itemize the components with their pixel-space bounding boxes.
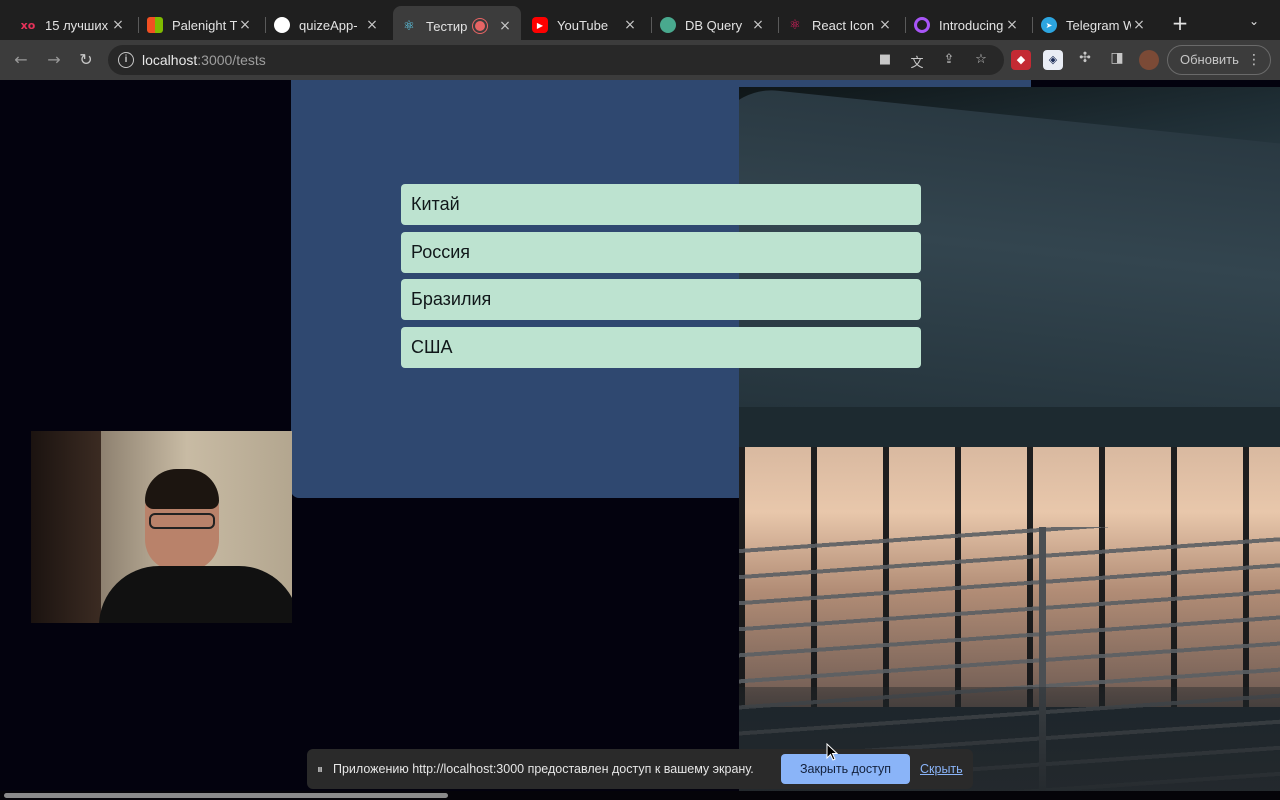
tab-title: DB Query — [685, 17, 743, 33]
close-tab-icon[interactable]: × — [750, 17, 766, 33]
extension-blue-icon[interactable]: ◈ — [1043, 50, 1063, 70]
recording-indicator-icon — [475, 21, 485, 31]
tab-title: YouTube — [557, 17, 609, 33]
tab-9[interactable]: ➤ Telegram W × — [1033, 8, 1155, 42]
screen-share-bar: ⏸ Приложению http://localhost:3000 предо… — [307, 749, 973, 789]
extension-red-icon[interactable]: ◆ — [1011, 50, 1031, 70]
horizontal-scrollbar[interactable] — [0, 791, 1280, 800]
tab-8[interactable]: Introducing × — [906, 8, 1028, 42]
tab-title: React Icon — [812, 17, 875, 33]
close-tab-icon[interactable]: × — [1131, 17, 1147, 33]
bookmark-star-icon[interactable]: ☆ — [972, 52, 990, 68]
answer-option[interactable]: Бразилия — [401, 279, 921, 320]
answer-list: Китай Россия Бразилия США — [401, 184, 921, 374]
close-tab-icon[interactable]: × — [877, 17, 893, 33]
page-content: Китай Россия Бразилия США ⏸ Приложению h… — [0, 80, 1280, 800]
tab-title: quizeApp- — [299, 17, 358, 33]
telegram-icon: ➤ — [1041, 17, 1057, 33]
tab-6[interactable]: DB Query × — [652, 8, 774, 42]
update-button[interactable]: Обновить ⋮ — [1167, 45, 1271, 75]
share-icon[interactable]: ⇪ — [940, 52, 958, 68]
tab-2[interactable]: Palenight T × — [139, 8, 261, 42]
tab-title: 15 лучших — [45, 17, 109, 33]
url-path: :3000/tests — [197, 52, 266, 68]
tab-7[interactable]: ⚛ React Icon × — [779, 8, 901, 42]
camera-icon[interactable]: ■ — [876, 52, 894, 68]
tab-title: Introducing — [939, 17, 1004, 33]
scrollbar-thumb[interactable] — [4, 793, 448, 798]
answer-option[interactable]: США — [401, 326, 921, 368]
profile-avatar[interactable] — [1139, 50, 1159, 70]
update-label: Обновить — [1180, 52, 1239, 67]
reload-button[interactable]: ↻ — [75, 50, 97, 70]
tab-5[interactable]: ▶ YouTube × — [524, 8, 646, 42]
webcam-person-shirt — [99, 566, 292, 623]
header-strip — [739, 80, 1031, 87]
tab-title: Тестир — [426, 18, 468, 34]
site-info-icon[interactable]: i — [118, 52, 134, 68]
url-text[interactable]: localhost:3000/tests — [142, 52, 266, 68]
drag-grip-icon[interactable]: ⏸ — [317, 762, 323, 777]
new-tab-button[interactable]: + — [1169, 12, 1191, 34]
react-icons-icon: ⚛ — [789, 17, 801, 33]
tab-3[interactable]: quizeApp- × — [266, 8, 388, 42]
github-icon — [274, 17, 290, 33]
db-query-icon — [660, 17, 676, 33]
url-host: localhost — [142, 52, 198, 68]
microsoft-icon — [147, 17, 163, 33]
translate-icon[interactable]: 文 — [908, 52, 926, 71]
extensions-puzzle-icon[interactable]: ✣ — [1075, 50, 1095, 70]
xo-icon: xo — [20, 18, 36, 32]
close-tab-icon[interactable]: × — [1004, 17, 1020, 33]
youtube-icon: ▶ — [532, 17, 548, 33]
share-message: Приложению http://localhost:3000 предост… — [333, 762, 754, 776]
close-tab-icon[interactable]: × — [622, 17, 638, 33]
tab-title: Palenight T — [172, 17, 237, 33]
webcam-person-glasses — [149, 513, 215, 529]
webcam-shadow — [31, 431, 101, 623]
browser-toolbar: ← → ↻ i localhost:3000/tests ■ 文 ⇪ ☆ ◆ ◈… — [0, 40, 1280, 80]
close-tab-icon[interactable]: × — [237, 17, 253, 33]
hide-link[interactable]: Скрыть — [920, 762, 963, 776]
side-panel-icon[interactable]: ◨ — [1107, 50, 1127, 70]
photo-band — [739, 407, 1280, 447]
tab-title: Telegram W — [1066, 17, 1131, 33]
close-tab-icon[interactable]: × — [364, 17, 380, 33]
forward-button[interactable]: → — [43, 50, 65, 70]
address-bar[interactable]: i localhost:3000/tests ■ 文 ⇪ ☆ — [108, 45, 1004, 75]
menu-dots-icon[interactable]: ⋮ — [1247, 46, 1261, 74]
stop-sharing-button[interactable]: Закрыть доступ — [781, 754, 910, 784]
back-button[interactable]: ← — [10, 50, 32, 70]
answer-option[interactable]: Россия — [401, 231, 921, 273]
tab-1[interactable]: xo 15 лучших × — [12, 8, 134, 42]
introducing-icon — [914, 17, 930, 33]
tab-search-chevron-icon[interactable]: ⌄ — [1249, 14, 1259, 28]
react-icon: ⚛ — [403, 18, 415, 34]
mouse-cursor-icon — [826, 743, 838, 761]
answer-option[interactable]: Китай — [401, 184, 921, 225]
close-tab-icon[interactable]: × — [497, 18, 513, 34]
close-tab-icon[interactable]: × — [110, 17, 126, 33]
webcam-overlay — [31, 431, 292, 623]
